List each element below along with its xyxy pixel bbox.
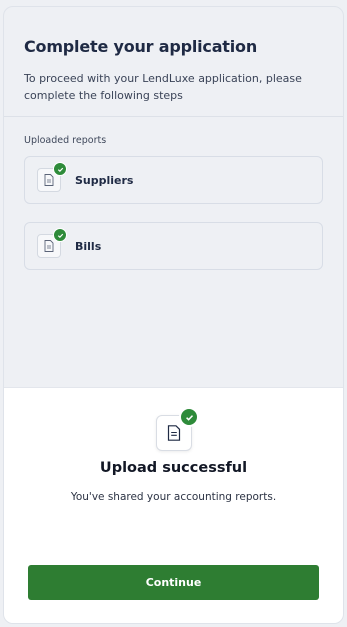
check-icon: [53, 228, 67, 242]
report-card-bills[interactable]: Bills: [24, 222, 323, 270]
success-title: Upload successful: [99, 460, 248, 476]
upload-success-sheet: Upload successful You've shared your acc…: [4, 387, 343, 623]
page-subtitle: To proceed with your LendLuxe applicatio…: [24, 72, 302, 102]
check-icon: [179, 407, 199, 427]
application-panel: Complete your application To proceed wit…: [3, 6, 344, 624]
document-icon: [37, 228, 67, 258]
document-icon-glyph: [167, 425, 181, 441]
report-name: Suppliers: [75, 173, 134, 187]
report-card-suppliers[interactable]: Suppliers: [24, 156, 323, 204]
success-message: You've shared your accounting reports.: [70, 491, 277, 503]
report-name: Bills: [75, 239, 102, 253]
document-icon: [37, 162, 67, 192]
panel-header: Complete your application To proceed wit…: [4, 7, 343, 117]
document-icon-glyph: [44, 240, 54, 252]
uploaded-reports-section: Uploaded reports Suppliers Bills: [4, 117, 343, 270]
document-icon-glyph: [44, 174, 54, 186]
section-label: Uploaded reports: [24, 135, 107, 146]
page-title: Complete your application: [24, 37, 258, 56]
check-icon: [53, 162, 67, 176]
document-icon: [156, 407, 199, 451]
continue-button[interactable]: Continue: [28, 565, 319, 600]
